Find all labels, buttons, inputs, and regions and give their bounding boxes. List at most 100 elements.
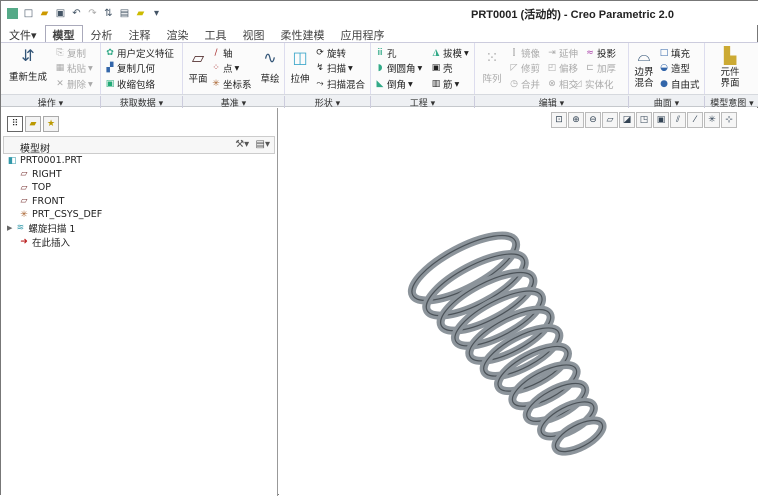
boundary-blend-button[interactable]: ⌓ 边界混合	[631, 45, 657, 89]
tab-render[interactable]: 渲染	[159, 25, 197, 42]
sweep-button[interactable]: ↯ 扫描 ▾	[315, 61, 353, 76]
paste-button[interactable]: ▦ 粘贴 ▾	[55, 61, 93, 76]
solidify-icon: ◿	[574, 79, 582, 89]
hole-icon: ⅲ	[377, 48, 383, 58]
tree-item-part[interactable]: ◧ PRT0001.PRT	[7, 154, 102, 168]
tab-analysis[interactable]: 分析	[83, 25, 121, 42]
paste-icon: ▦	[55, 63, 65, 73]
open-icon[interactable]: ▰	[39, 8, 50, 19]
style-icon: ◒	[660, 63, 668, 73]
copy-icon: ⎘	[56, 48, 64, 58]
style-button[interactable]: ◒ 造型	[659, 61, 690, 75]
project-button[interactable]: ≈ 投影	[585, 46, 616, 60]
regenerate-button[interactable]: ⇵ 重新生成	[7, 45, 49, 83]
component-interface-button[interactable]: ▙ 元件界面	[717, 45, 743, 89]
copy-button[interactable]: ⎘ 复制	[55, 46, 86, 60]
datum-plane-icon: ▱	[20, 182, 28, 193]
favorites-tab[interactable]: ★	[43, 116, 59, 132]
folder-browser-tab[interactable]: ▰	[25, 116, 41, 132]
solidify-button[interactable]: ◿ 实体化	[573, 77, 614, 91]
offset-button[interactable]: ◰ 偏移	[547, 61, 578, 75]
draft-icon: ◮	[432, 48, 440, 58]
ribbon-tabs: 文件▾ 模型 分析 注释 渲染 工具 视图 柔性建模 应用程序	[1, 25, 393, 42]
tab-annotate[interactable]: 注释	[121, 25, 159, 42]
settings-icon[interactable]: ⚒▾	[235, 139, 249, 150]
hole-button[interactable]: ⅲ孔	[375, 46, 396, 60]
helical-sweep-icon: ≋	[16, 223, 25, 234]
pattern-icon: ⁙	[485, 48, 499, 67]
mirror-button[interactable]: ⫿ 镜像	[509, 46, 540, 60]
model-tree-tab[interactable]: ⠿	[7, 116, 23, 132]
round-icon: ◗	[377, 63, 383, 73]
axis-button[interactable]: / 轴	[211, 46, 232, 60]
tab-tools[interactable]: 工具	[197, 25, 235, 42]
redo-icon[interactable]: ↷	[87, 8, 98, 19]
revolve-button[interactable]: ⟳ 旋转	[315, 46, 346, 60]
rib-button[interactable]: ▥ 筋 ▾	[431, 77, 460, 92]
point-button[interactable]: ⁘ 点 ▾	[211, 61, 239, 76]
shell-icon: ▣	[431, 63, 441, 73]
ribbon-group-labels: 操作 ▾ 获取数据 ▾ 基准 ▾ 形状 ▾ 工程 ▾ 编辑 ▾ 曲面 ▾ 模型意…	[1, 94, 758, 109]
group-engineering: ⅲ孔 ◗ 倒圆角 ▾ ◣ 倒角 ▾ ◮ 拔模 ▾ ▣ 壳 ▥ 筋 ▾	[371, 43, 475, 95]
udf-button[interactable]: ✿ 用户定义特征	[105, 46, 174, 60]
tree-item-front[interactable]: ▱ FRONT	[7, 195, 102, 209]
copy-geometry-button[interactable]: ▞ 复制几何	[105, 61, 155, 75]
new-icon[interactable]: □	[23, 8, 34, 19]
mirror-icon: ⫿	[512, 48, 516, 58]
delete-button[interactable]: ✕ 删除 ▾	[55, 77, 93, 92]
udf-icon: ✿	[106, 48, 114, 58]
freestyle-button[interactable]: ● 自由式	[659, 77, 699, 91]
expand-icon[interactable]: ▶	[7, 224, 12, 232]
navigator-panel: ⠿ ▰ ★ 模型树 ⚒▾ ▤▾ ◧ PRT0001.PRT ▱ RIGHT ▱ TOP…	[1, 108, 278, 496]
csys-button[interactable]: ✳ 坐标系	[211, 77, 251, 91]
customize-icon[interactable]: ▾	[151, 8, 162, 19]
merge-button[interactable]: ◷ 合并	[509, 77, 540, 91]
plane-button[interactable]: ▱ 平面	[185, 47, 211, 85]
group-datum: ▱ 平面 / 轴 ⁘ 点 ▾ ✳ 坐标系 ∿ 草绘	[183, 43, 285, 95]
group-model-intent: ▙ 元件界面	[705, 43, 758, 95]
axis-icon: /	[214, 48, 218, 58]
thicken-button[interactable]: ⊏ 加厚	[585, 61, 616, 75]
tab-file[interactable]: 文件▾	[1, 25, 45, 42]
windows-icon[interactable]: ▤	[119, 8, 130, 19]
tree-item-helical-sweep[interactable]: ▶ ≋ 螺旋扫描 1	[7, 222, 102, 235]
tab-flexible-modeling[interactable]: 柔性建模	[273, 25, 333, 42]
swept-blend-button[interactable]: ⤳ 扫描混合	[315, 77, 365, 91]
folder-icon: ▰	[29, 119, 37, 129]
round-button[interactable]: ◗ 倒圆角 ▾	[375, 61, 423, 76]
freestyle-icon: ●	[660, 79, 668, 89]
boundary-blend-icon: ⌓	[637, 46, 651, 65]
pattern-button[interactable]: ⁙ 阵列	[479, 47, 505, 85]
tab-model[interactable]: 模型	[44, 25, 83, 42]
chamfer-button[interactable]: ◣ 倒角 ▾	[375, 77, 413, 92]
show-icon[interactable]: ▤▾	[256, 139, 270, 150]
extend-button[interactable]: ⇥ 延伸	[547, 46, 578, 60]
tab-view[interactable]: 视图	[235, 25, 273, 42]
trim-button[interactable]: ◸ 修剪	[509, 61, 540, 75]
save-icon[interactable]: ▣	[55, 8, 66, 19]
fill-button[interactable]: □ 填充	[659, 46, 690, 60]
graphics-window[interactable]: ⊡ ⊕ ⊖ ▱ ◪ ◳ ▣ ⫽ ⁄ ✳ ⊹	[279, 108, 758, 496]
close-icon[interactable]: ▰	[135, 8, 146, 19]
group-shapes: ◫ 拉伸 ⟳ 旋转 ↯ 扫描 ▾ ⤳ 扫描混合	[285, 43, 371, 95]
shrinkwrap-button[interactable]: ▣ 收缩包络	[105, 77, 155, 91]
swept-blend-icon: ⤳	[316, 79, 324, 89]
draft-button[interactable]: ◮ 拔模 ▾	[431, 46, 469, 61]
extrude-icon: ◫	[292, 48, 308, 67]
sketch-button[interactable]: ∿ 草绘	[257, 47, 283, 85]
component-interface-icon: ▙	[723, 46, 737, 65]
extrude-button[interactable]: ◫ 拉伸	[287, 47, 313, 85]
trim-icon: ◸	[510, 63, 518, 73]
undo-icon[interactable]: ↶	[71, 8, 82, 19]
tab-applications[interactable]: 应用程序	[333, 25, 393, 42]
regenerate-icon[interactable]: ⇅	[103, 8, 114, 19]
tree-item-insert-here[interactable]: ➜ 在此插入	[7, 235, 102, 249]
tree-item-right[interactable]: ▱ RIGHT	[7, 168, 102, 182]
tree-item-top[interactable]: ▱ TOP	[7, 181, 102, 195]
tree-item-csys[interactable]: ✳ PRT_CSYS_DEF	[7, 208, 102, 222]
plane-icon: ▱	[191, 48, 205, 67]
shell-button[interactable]: ▣ 壳	[431, 61, 453, 75]
insert-arrow-icon: ➜	[20, 236, 28, 247]
group-get-data: ✿ 用户定义特征 ▞ 复制几何 ▣ 收缩包络	[101, 43, 183, 95]
spring-model[interactable]	[279, 108, 758, 496]
